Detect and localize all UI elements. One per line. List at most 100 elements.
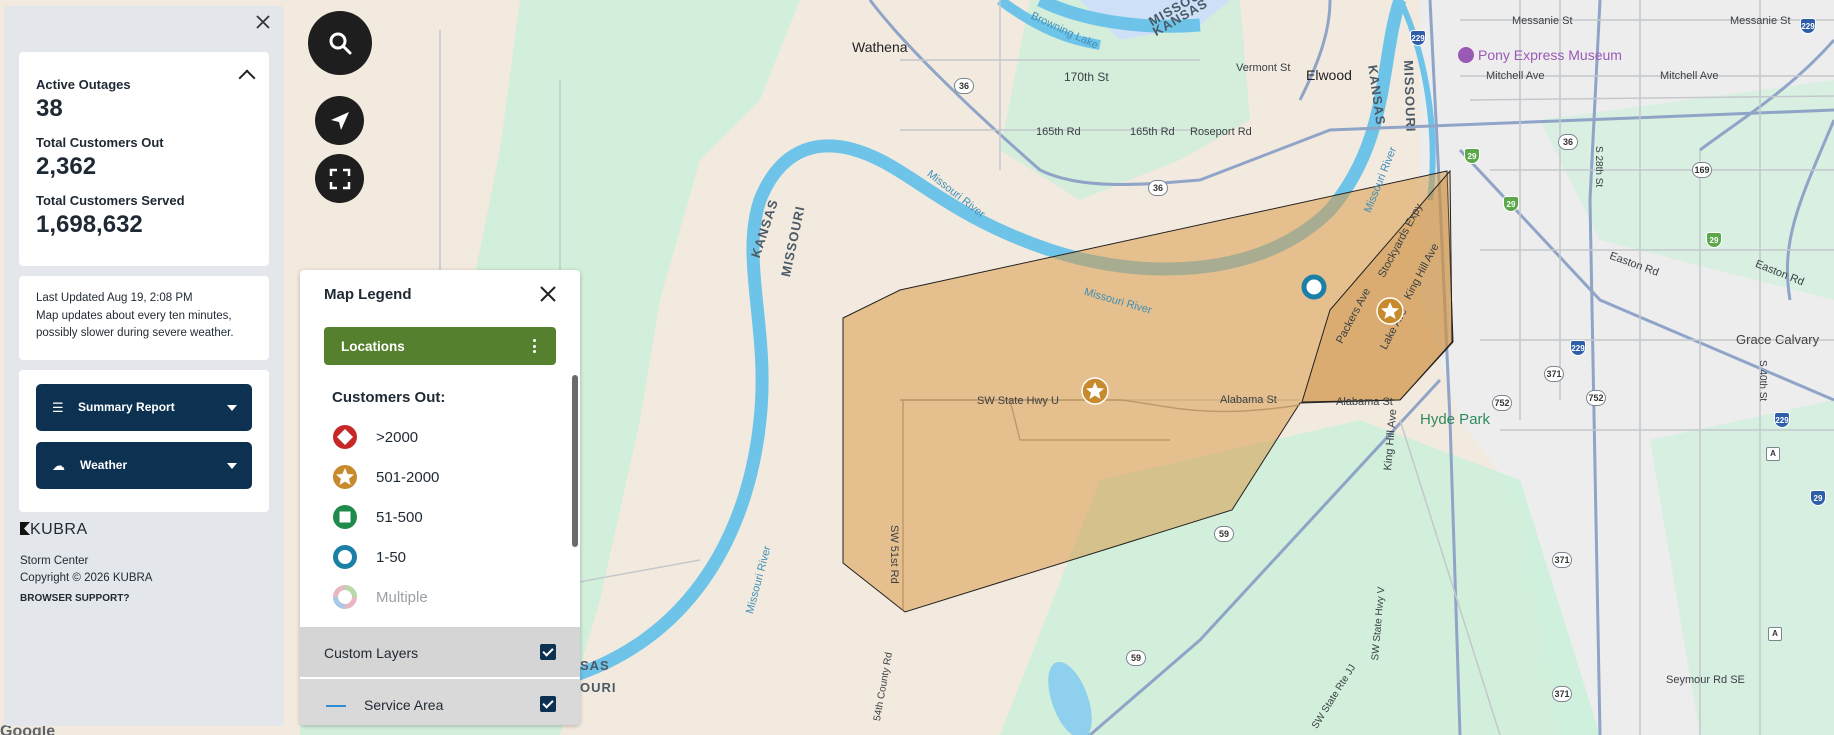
search-button[interactable] xyxy=(308,11,372,75)
product-name: Storm Center xyxy=(20,555,89,567)
route-shield-59-b: 59 xyxy=(1126,650,1146,666)
ring-marker-icon xyxy=(333,545,357,569)
legend-item-1-50: 1-50 xyxy=(332,543,552,571)
route-shield-59: 59 xyxy=(1214,526,1234,542)
weather-icon: ☁ xyxy=(52,458,65,473)
legend-close-icon[interactable] xyxy=(538,284,558,304)
multiple-marker-icon xyxy=(333,585,357,609)
square-marker-icon xyxy=(333,505,357,529)
poi-pony-express-museum[interactable]: Pony Express Museum xyxy=(1458,47,1622,63)
road-label-mitchell-ave: Mitchell Ave xyxy=(1486,70,1545,82)
fullscreen-icon xyxy=(329,168,350,189)
close-panel-button[interactable] xyxy=(254,14,272,32)
road-label-165th-rd: 165th Rd xyxy=(1036,126,1081,138)
road-label-sw-state-hwy-u: SW State Hwy U xyxy=(977,395,1059,407)
road-label-messanie-st: Messanie St xyxy=(1512,15,1573,27)
stat-value-active-outages: 38 xyxy=(36,95,63,122)
kubra-mark-icon xyxy=(20,522,30,535)
state-label-missouri-right: MISSOURI xyxy=(1401,60,1419,133)
route-shield-29-b: 29 xyxy=(1503,196,1519,212)
route-shield-371: 371 xyxy=(1544,366,1564,382)
weather-button[interactable]: ☁ Weather xyxy=(36,442,252,489)
stat-label-customers-served: Total Customers Served xyxy=(36,193,185,208)
park-label-hyde-park: Hyde Park xyxy=(1420,411,1491,428)
custom-layers-row[interactable]: Custom Layers xyxy=(300,627,580,677)
museum-icon xyxy=(1458,47,1474,63)
stat-label-customers-out: Total Customers Out xyxy=(36,135,164,150)
road-label-170th-st: 170th St xyxy=(1064,70,1109,84)
fullscreen-button[interactable] xyxy=(315,154,364,203)
diamond-marker-icon xyxy=(333,425,357,449)
browser-support-link[interactable]: BROWSER SUPPORT? xyxy=(20,593,129,604)
kubra-logo: KUBRA xyxy=(20,521,88,539)
route-shield-752-b: 752 xyxy=(1586,390,1606,406)
service-area-checkbox[interactable] xyxy=(540,696,556,712)
route-shield-371-b: 371 xyxy=(1552,552,1572,568)
stat-label-active-outages: Active Outages xyxy=(36,77,131,92)
road-label-165th-rd-2: 165th Rd xyxy=(1130,126,1175,138)
road-label-messanie-st-2: Messanie St xyxy=(1730,15,1791,27)
stat-value-customers-out: 2,362 xyxy=(36,153,97,180)
custom-layers-checkbox[interactable] xyxy=(540,644,556,660)
road-label-mitchell-ave-2: Mitchell Ave xyxy=(1660,70,1719,82)
route-shield-29-d: 29 xyxy=(1810,490,1826,506)
customers-out-heading: Customers Out: xyxy=(332,389,446,406)
legend-item-51-500: 51-500 xyxy=(332,503,552,531)
caret-down-icon xyxy=(227,463,237,469)
outage-marker-ring[interactable] xyxy=(1301,274,1327,300)
actions-card: ☰ Summary Report ☁ Weather xyxy=(19,370,269,512)
place-label-elwood: Elwood xyxy=(1306,67,1352,83)
place-label-grace-calvary: Grace Calvary xyxy=(1736,332,1820,347)
last-updated-text: Last Updated Aug 19, 2:08 PM xyxy=(36,292,193,304)
locate-me-button[interactable] xyxy=(315,96,364,145)
service-area-row[interactable]: Service Area xyxy=(300,679,580,725)
road-label-vermont-st: Vermont St xyxy=(1236,62,1291,74)
route-shield-752: 752 xyxy=(1492,395,1512,411)
road-label-seymour-rd-se: Seymour Rd SE xyxy=(1666,674,1745,686)
close-icon xyxy=(256,15,270,29)
outage-marker-star[interactable] xyxy=(1081,377,1109,405)
place-label-wathena: Wathena xyxy=(852,39,908,55)
road-label-roseport-rd: Roseport Rd xyxy=(1190,126,1252,138)
state-label-missouri-bottom: OURI xyxy=(580,680,617,695)
route-shield-229: 229 xyxy=(1410,30,1426,46)
outage-stats-card: Active Outages 38 Total Customers Out 2,… xyxy=(19,52,269,266)
side-panel: Active Outages 38 Total Customers Out 2,… xyxy=(4,6,284,726)
list-icon: ☰ xyxy=(52,400,64,415)
update-note-line-2: possibly slower during severe weather. xyxy=(36,327,234,339)
legend-scrollbar[interactable] xyxy=(572,375,578,547)
route-shield-36-b: 36 xyxy=(1148,180,1168,196)
route-shield-29-c: 29 xyxy=(1706,232,1722,248)
copyright-text: Copyright © 2026 KUBRA xyxy=(20,572,153,584)
legend-item-501-2000: 501-2000 xyxy=(332,463,552,491)
stat-value-customers-served: 1,698,632 xyxy=(36,211,143,238)
caret-down-icon xyxy=(227,405,237,411)
road-label-alabama-st: Alabama St xyxy=(1220,394,1277,406)
legend-title: Map Legend xyxy=(324,286,412,303)
road-label-alabama-st-2: Alabama St xyxy=(1336,396,1393,408)
last-updated-card: Last Updated Aug 19, 2:08 PM Map updates… xyxy=(19,276,269,360)
service-area-line-icon xyxy=(326,705,346,707)
update-note-line-1: Map updates about every ten minutes, xyxy=(36,310,232,322)
route-shield-29: 29 xyxy=(1464,148,1480,164)
road-label-s-40th-st: S 40th St xyxy=(1757,360,1768,402)
star-marker-icon xyxy=(333,465,357,489)
road-label-sw-51st-rd: SW 51st Rd xyxy=(888,525,900,584)
summary-report-button[interactable]: ☰ Summary Report xyxy=(36,384,252,431)
route-shield-a: A xyxy=(1766,447,1780,461)
navigation-arrow-icon xyxy=(330,111,349,130)
route-shield-229-c: 229 xyxy=(1570,340,1586,356)
road-label-s-28th-st: S 28th St xyxy=(1593,146,1604,188)
route-shield-a-b: A xyxy=(1768,627,1782,641)
route-shield-169: 169 xyxy=(1692,162,1712,178)
legend-item-multiple: Multiple xyxy=(332,583,552,611)
route-shield-229-b: 229 xyxy=(1800,18,1816,34)
locations-button[interactable]: Locations xyxy=(324,327,556,365)
map-legend: Map Legend Locations Customers Out: >200… xyxy=(300,270,580,725)
outage-marker-star-2[interactable] xyxy=(1376,297,1404,325)
more-vert-icon[interactable] xyxy=(533,339,536,356)
state-label-kansas-bottom: SAS xyxy=(580,658,610,673)
legend-item-over-2000: >2000 xyxy=(332,423,552,451)
chevron-up-icon[interactable] xyxy=(238,69,256,87)
route-shield-36-c: 36 xyxy=(1558,134,1578,150)
